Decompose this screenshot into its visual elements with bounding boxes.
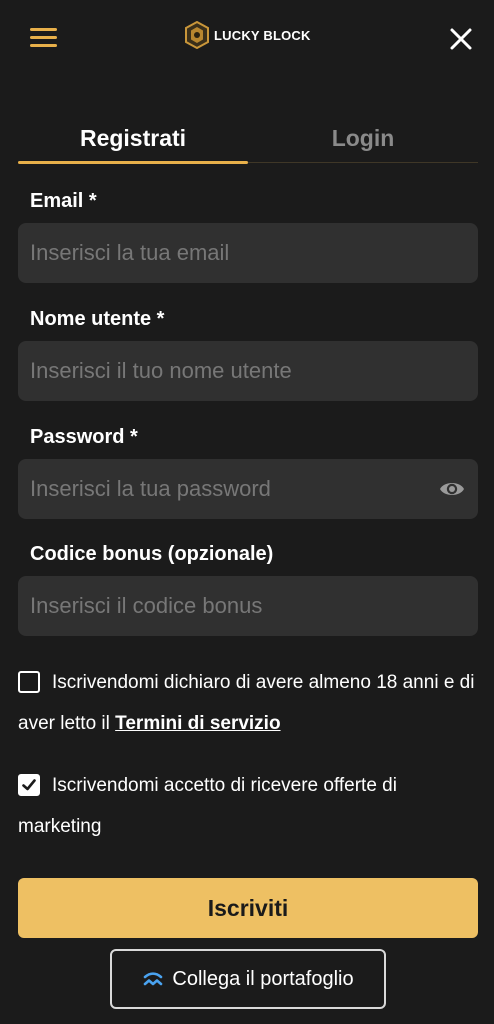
email-field-wrapper — [18, 223, 478, 283]
tab-divider — [248, 162, 478, 163]
top-bar: LUCKY BLOCK — [0, 0, 494, 80]
logo-text: LUCKY BLOCK — [214, 27, 311, 43]
password-field-wrapper — [18, 459, 478, 519]
username-label: Nome utente * — [30, 308, 165, 330]
marketing-consent-text: Iscrivendomi accetto di ricevere offerte… — [18, 775, 397, 837]
eye-icon[interactable] — [438, 476, 466, 502]
register-submit-button[interactable]: Iscriviti — [18, 878, 478, 938]
email-field[interactable] — [18, 223, 478, 283]
username-field-wrapper — [18, 341, 478, 401]
password-field[interactable] — [18, 459, 478, 519]
tab-login[interactable]: Login — [248, 118, 478, 162]
connect-wallet-label: Collega il portafoglio — [172, 967, 354, 990]
lucky-block-logo-icon — [185, 21, 209, 49]
age-consent-checkbox[interactable] — [18, 671, 40, 693]
email-label: Email * — [30, 190, 97, 212]
age-consent-row: Iscrivendomi dichiaro di avere almeno 18… — [18, 662, 478, 744]
username-field[interactable] — [18, 341, 478, 401]
logo[interactable]: LUCKY BLOCK — [184, 20, 311, 50]
bonus-code-field-wrapper — [18, 576, 478, 636]
auth-tabs: Registrati Login — [18, 118, 478, 165]
close-icon[interactable] — [448, 26, 474, 52]
connect-wallet-button[interactable]: Collega il portafoglio — [110, 949, 386, 1009]
active-tab-indicator — [18, 161, 248, 164]
password-label: Password * — [30, 426, 138, 448]
wallet-connect-icon — [144, 972, 163, 986]
bonus-code-field[interactable] — [18, 576, 478, 636]
bonus-code-label: Codice bonus (opzionale) — [30, 543, 274, 565]
hamburger-menu-icon[interactable] — [30, 28, 57, 48]
marketing-consent-row: Iscrivendomi accetto di ricevere offerte… — [18, 765, 478, 847]
tab-register[interactable]: Registrati — [18, 118, 248, 162]
terms-of-service-link[interactable]: Termini di servizio — [115, 713, 280, 734]
marketing-consent-checkbox[interactable] — [18, 774, 40, 796]
checkmark-icon — [22, 779, 36, 791]
